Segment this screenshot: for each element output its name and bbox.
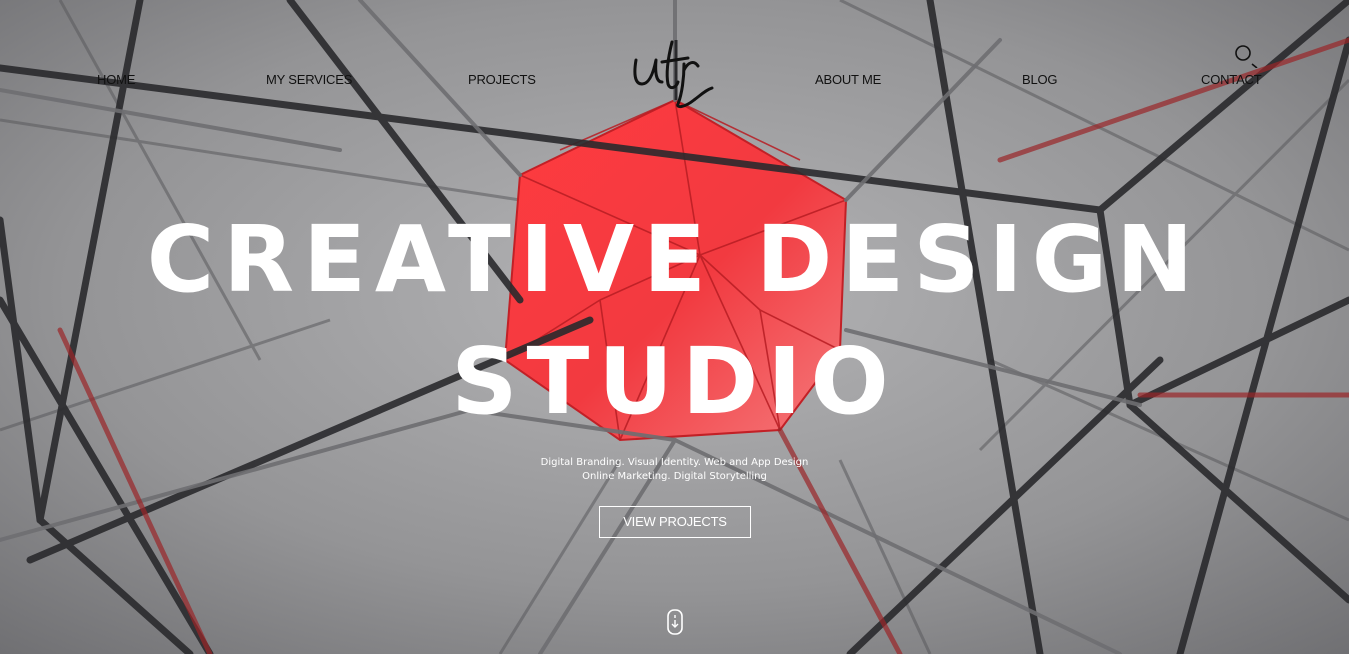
nav-about-me[interactable]: ABOUT ME (815, 72, 881, 87)
hero-headline-line-2: STUDIO (451, 328, 898, 435)
nav-projects[interactable]: PROJECTS (468, 72, 536, 87)
scroll-down-icon[interactable] (665, 608, 685, 636)
search-icon[interactable] (1234, 44, 1258, 68)
nav-blog[interactable]: BLOG (1022, 72, 1058, 87)
nav-contact[interactable]: CONTACT (1201, 72, 1262, 87)
site-logo[interactable] (628, 38, 718, 112)
hero-headline-line-1: CREATIVE DESIGN (146, 206, 1203, 313)
nav-my-services[interactable]: MY SERVICES (266, 72, 352, 87)
hero-section: HOME MY SERVICES PROJECTS ABOUT ME BLOG … (0, 0, 1349, 654)
hero-tagline-line-1: Digital Branding. Visual Identity. Web a… (540, 457, 809, 468)
view-projects-button[interactable]: VIEW PROJECTS (599, 506, 751, 538)
hero-tagline-line-2: Online Marketing. Digital Storytelling (582, 471, 767, 482)
nav-home[interactable]: HOME (97, 72, 135, 87)
